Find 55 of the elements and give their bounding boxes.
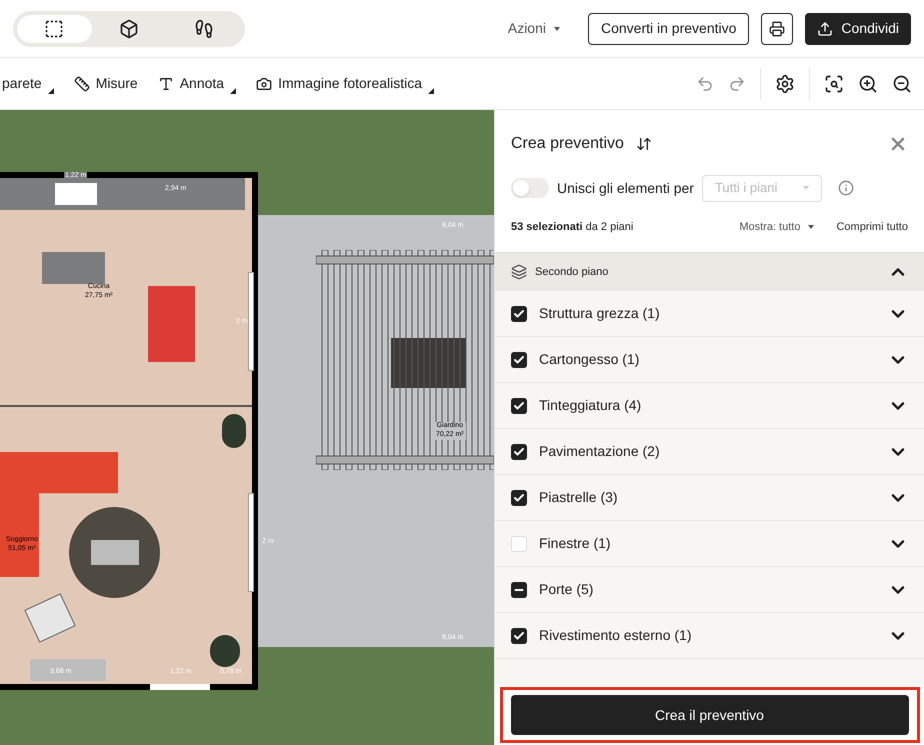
check-icon [513, 446, 525, 458]
check-icon [513, 630, 525, 642]
info-icon[interactable] [838, 180, 854, 196]
floor-section-header[interactable]: Secondo piano [495, 252, 924, 291]
actions-menu[interactable]: Azioni [508, 18, 560, 39]
caret-icon [554, 26, 560, 30]
toolbar-button[interactable]: Immagine fotorealistica [256, 70, 434, 98]
floor-plan-icon [44, 18, 64, 38]
upload-icon [817, 20, 834, 36]
checkbox[interactable] [511, 444, 527, 460]
zoom-fit-icon[interactable] [824, 74, 844, 94]
door [150, 684, 210, 690]
check-icon [513, 492, 525, 504]
zoom-out-icon[interactable] [892, 74, 912, 94]
checkbox[interactable] [511, 306, 527, 322]
ruler-icon [74, 76, 90, 92]
view-tab[interactable] [17, 14, 92, 42]
check-icon [513, 308, 525, 320]
merge-toggle[interactable] [511, 178, 549, 198]
footprints-icon [194, 18, 214, 38]
checkbox[interactable] [511, 582, 527, 598]
checkbox[interactable] [511, 628, 527, 644]
printer-icon [769, 20, 786, 36]
checkbox[interactable] [511, 536, 527, 552]
undo-icon[interactable] [696, 74, 714, 92]
zoom-in-icon[interactable] [858, 74, 878, 94]
camera-icon [256, 76, 272, 92]
checkbox[interactable] [511, 490, 527, 506]
toolbar-button[interactable]: Misure [74, 70, 138, 98]
check-icon [513, 400, 525, 412]
share-button[interactable]: Condividi [805, 12, 911, 44]
layers-icon [511, 264, 527, 280]
check-icon [513, 354, 525, 366]
panel-title: Crea preventivo [511, 134, 624, 154]
cube-icon [119, 18, 139, 38]
coffee-table [90, 540, 138, 565]
checkbox[interactable] [511, 398, 527, 414]
toolbar-button[interactable]: parete [2, 70, 54, 98]
sort-icon[interactable] [636, 136, 652, 152]
sink [55, 183, 97, 205]
caret-icon [802, 186, 809, 190]
text-box-icon [158, 76, 174, 92]
show-filter[interactable]: Mostra: tutto [739, 218, 814, 236]
redo-icon[interactable] [728, 74, 746, 92]
convert-button[interactable]: Converti in preventivo [588, 12, 750, 44]
create-quote-button[interactable]: Crea il preventivo [510, 695, 908, 735]
collapse-all-link[interactable]: Comprimi tutto [836, 218, 908, 236]
caret-icon [808, 225, 814, 229]
toggle-label: Unisci gli elementi per [557, 178, 694, 198]
print-button[interactable] [761, 12, 794, 44]
island-counter [42, 252, 105, 284]
checkbox[interactable] [511, 352, 527, 368]
settings-icon[interactable] [775, 74, 795, 94]
selection-count: 53 selezionati da 2 piani [511, 220, 634, 235]
toolbar-button[interactable]: Annota [158, 70, 236, 98]
